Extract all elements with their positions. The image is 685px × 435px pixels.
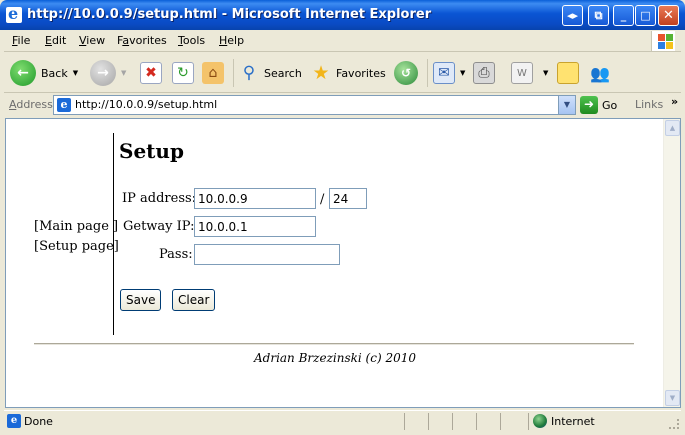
search-magnifier-icon: ⚲ bbox=[242, 63, 256, 83]
scroll-up-icon[interactable]: ▲ bbox=[665, 120, 680, 136]
ip-address-input[interactable] bbox=[194, 188, 316, 209]
search-button[interactable]: ⚲ Search bbox=[238, 59, 302, 87]
toolbar-separator bbox=[233, 59, 234, 87]
ie-logo-icon bbox=[6, 4, 22, 23]
netmask-input[interactable] bbox=[329, 188, 367, 209]
mail-envelope-icon: ✉ bbox=[433, 62, 455, 84]
window-title: http://10.0.0.9/setup.html - Microsoft I… bbox=[27, 7, 432, 22]
maximize-button[interactable]: □ bbox=[635, 5, 656, 26]
address-bar: Address e http://10.0.0.9/setup.html ▼ ➜… bbox=[4, 94, 681, 116]
address-field[interactable]: e http://10.0.0.9/setup.html ▼ bbox=[53, 95, 576, 115]
menu-view[interactable]: View bbox=[79, 34, 105, 47]
main-page-link[interactable]: [Main page ] bbox=[34, 217, 119, 237]
printer-icon: ⎙ bbox=[473, 62, 495, 84]
vertical-scrollbar[interactable]: ▲ ▼ bbox=[663, 119, 680, 407]
vertical-divider bbox=[113, 133, 114, 335]
home-button[interactable]: ⌂ bbox=[202, 59, 224, 87]
status-cell bbox=[404, 413, 428, 430]
forward-button[interactable]: → ▼ bbox=[90, 59, 126, 87]
menu-tools[interactable]: Tools bbox=[178, 34, 205, 47]
menu-favorites[interactable]: Favorites bbox=[117, 34, 167, 47]
links-label[interactable]: Links bbox=[635, 98, 663, 111]
status-cell bbox=[428, 413, 452, 430]
zone-label: Internet bbox=[551, 415, 595, 428]
address-label: Address bbox=[9, 98, 53, 111]
menu-bar: File Edit View Favorites Tools Help bbox=[4, 30, 681, 52]
setup-page: [Main page ] [Setup page] Setup IP addre… bbox=[6, 119, 664, 407]
go-button[interactable]: ➜ Go bbox=[580, 95, 617, 115]
internet-globe-icon bbox=[533, 414, 547, 428]
history-icon: ↺ bbox=[394, 61, 418, 85]
gateway-ip-input[interactable] bbox=[194, 216, 316, 237]
refresh-icon: ↻ bbox=[172, 62, 194, 84]
footer-copyright: Adrian Brzezinski (c) 2010 bbox=[253, 351, 416, 365]
password-input[interactable] bbox=[194, 244, 340, 265]
page-title: Setup bbox=[119, 139, 184, 163]
close-button[interactable]: ✕ bbox=[658, 5, 679, 26]
favorites-button[interactable]: ★ Favorites bbox=[310, 59, 385, 87]
window-switch-icon[interactable]: ⧉ bbox=[588, 5, 609, 26]
resize-grip-icon[interactable] bbox=[669, 419, 679, 429]
address-url[interactable]: http://10.0.0.9/setup.html bbox=[75, 98, 217, 111]
windows-logo-icon bbox=[651, 31, 675, 51]
back-arrow-icon: ← bbox=[10, 60, 36, 86]
restore-arrows-icon[interactable]: ◂▸ bbox=[562, 5, 583, 26]
standard-toolbar: ← Back ▼ → ▼ ✖ ↻ ⌂ ⚲ Search ★ Favorites … bbox=[4, 53, 681, 93]
toolbar-separator bbox=[427, 59, 428, 87]
title-bar[interactable]: http://10.0.0.9/setup.html - Microsoft I… bbox=[0, 0, 685, 30]
status-cell bbox=[476, 413, 500, 430]
messenger-people-icon: 👥 bbox=[590, 63, 610, 83]
pass-label: Pass: bbox=[159, 247, 193, 262]
clear-button[interactable]: Clear bbox=[172, 289, 216, 311]
refresh-button[interactable]: ↻ bbox=[172, 59, 194, 87]
status-cell bbox=[452, 413, 476, 430]
favorites-star-icon: ★ bbox=[312, 62, 330, 84]
messenger-button[interactable]: 👥 bbox=[589, 59, 611, 87]
address-dropdown-icon[interactable]: ▼ bbox=[558, 96, 575, 114]
links-chevron-icon[interactable]: » bbox=[671, 95, 678, 108]
back-dropdown-icon[interactable]: ▼ bbox=[73, 69, 78, 77]
mail-button[interactable]: ✉ ▼ bbox=[433, 59, 465, 87]
setup-page-link[interactable]: [Setup page] bbox=[34, 237, 119, 257]
gateway-ip-label: Getway IP: bbox=[123, 219, 195, 234]
home-icon: ⌂ bbox=[202, 62, 224, 84]
history-button[interactable]: ↺ bbox=[394, 59, 418, 87]
minimize-button[interactable]: _ bbox=[613, 5, 634, 26]
scroll-down-icon[interactable]: ▼ bbox=[665, 390, 680, 406]
menu-edit[interactable]: Edit bbox=[45, 34, 66, 47]
browser-content: [Main page ] [Setup page] Setup IP addre… bbox=[5, 118, 681, 408]
menu-file[interactable]: File bbox=[12, 34, 30, 47]
discuss-button[interactable] bbox=[557, 59, 579, 87]
edit-dropdown-icon[interactable]: ▼ bbox=[543, 69, 548, 77]
side-navigation: [Main page ] [Setup page] bbox=[34, 217, 119, 257]
print-button[interactable]: ⎙ bbox=[473, 59, 495, 87]
ip-address-label: IP address: bbox=[122, 191, 197, 206]
word-edit-icon: W bbox=[511, 62, 533, 84]
stop-icon: ✖ bbox=[140, 62, 162, 84]
edit-button[interactable]: W ▼ bbox=[511, 59, 548, 87]
save-button[interactable]: Save bbox=[120, 289, 162, 311]
status-text: Done bbox=[24, 415, 53, 428]
stop-button[interactable]: ✖ bbox=[140, 59, 162, 87]
page-icon: e bbox=[57, 98, 71, 112]
status-bar: e Done Internet bbox=[4, 410, 681, 431]
page-status-icon: e bbox=[7, 414, 21, 428]
footer-divider bbox=[34, 343, 634, 345]
sticky-note-icon bbox=[557, 62, 579, 84]
go-arrow-icon: ➜ bbox=[580, 96, 598, 114]
mail-dropdown-icon[interactable]: ▼ bbox=[460, 69, 465, 77]
back-button[interactable]: ← Back ▼ bbox=[10, 59, 78, 87]
status-cell bbox=[500, 413, 526, 430]
forward-arrow-icon: → bbox=[90, 60, 116, 86]
menu-help[interactable]: Help bbox=[219, 34, 244, 47]
forward-dropdown-icon[interactable]: ▼ bbox=[121, 69, 126, 77]
mask-separator: / bbox=[320, 192, 325, 207]
